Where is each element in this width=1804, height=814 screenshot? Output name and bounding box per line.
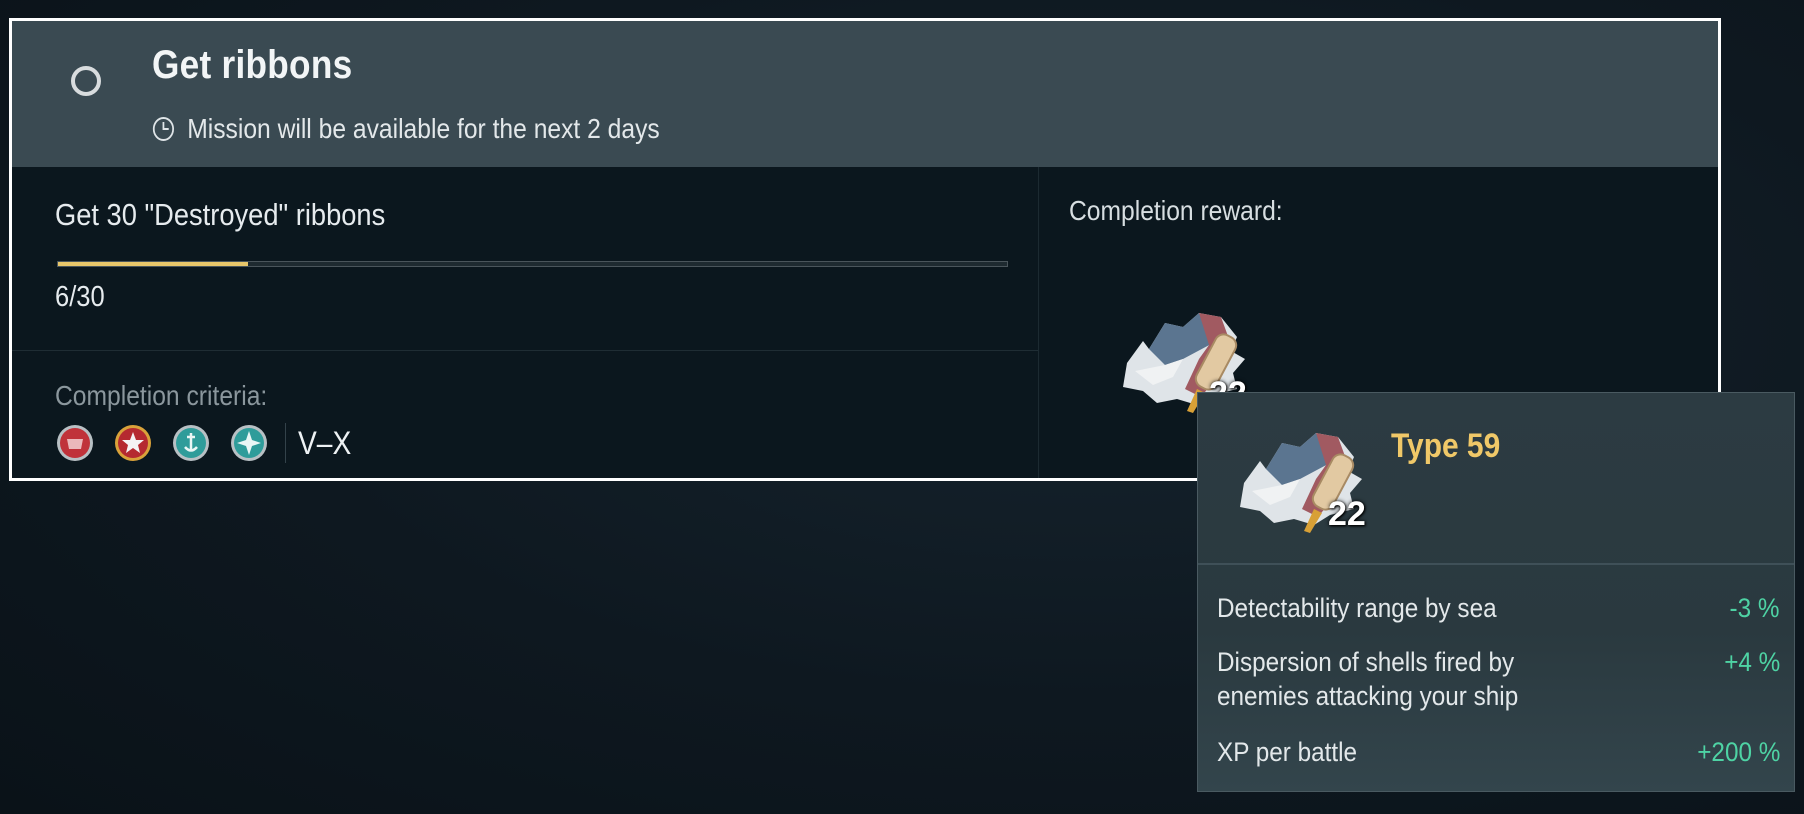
reward-label: Completion reward: [1069,195,1283,226]
camouflage-name: Type 59 [1391,427,1501,465]
progress-text: 6/30 [55,281,105,313]
stat-row: Dispersion of shells fired by enemies at… [1217,645,1780,713]
stat-row: Detectability range by sea -3 % [1217,591,1780,625]
battleship-icon [173,425,209,461]
stat-value: -3 % [1730,593,1780,623]
tooltip-camouflage: 22 [1220,413,1380,534]
stat-name: Detectability range by sea [1217,593,1497,623]
separator [285,423,286,463]
availability-note: Mission will be available for the next 2… [152,109,660,149]
stat-row: XP per battle +200 % [1217,735,1780,769]
divider [12,350,1038,351]
tier-range: V–X [298,424,352,461]
cruiser-icon [115,425,151,461]
availability-text: Mission will be available for the next 2… [187,113,660,144]
tooltip-header: 22 Type 59 [1198,393,1794,565]
stat-name: XP per battle [1217,737,1358,767]
stat-value: +200 % [1696,737,1780,767]
criteria-label: Completion criteria: [55,380,268,411]
objective-text: Get 30 "Destroyed" ribbons [55,197,386,232]
mission-objective-pane: Get 30 "Destroyed" ribbons 6/30 Completi… [12,167,1038,478]
progress-fill [58,262,248,266]
criteria-row: V–X [55,421,358,465]
progress-bar [57,261,1008,267]
mission-title: Get ribbons [152,43,353,87]
aircraft-carrier-icon [231,425,267,461]
mission-header: Get ribbons Mission will be available fo… [12,21,1718,167]
mission-select-radio[interactable] [71,66,101,96]
stat-name: Dispersion of shells fired by enemies at… [1217,647,1519,711]
destroyer-icon [57,425,93,461]
stat-value: +4 % [1723,647,1780,677]
tooltip-count: 22 [1328,495,1366,533]
clock-icon [152,117,174,141]
reward-tooltip: 22 Type 59 Detectability range by sea -3… [1197,392,1795,792]
